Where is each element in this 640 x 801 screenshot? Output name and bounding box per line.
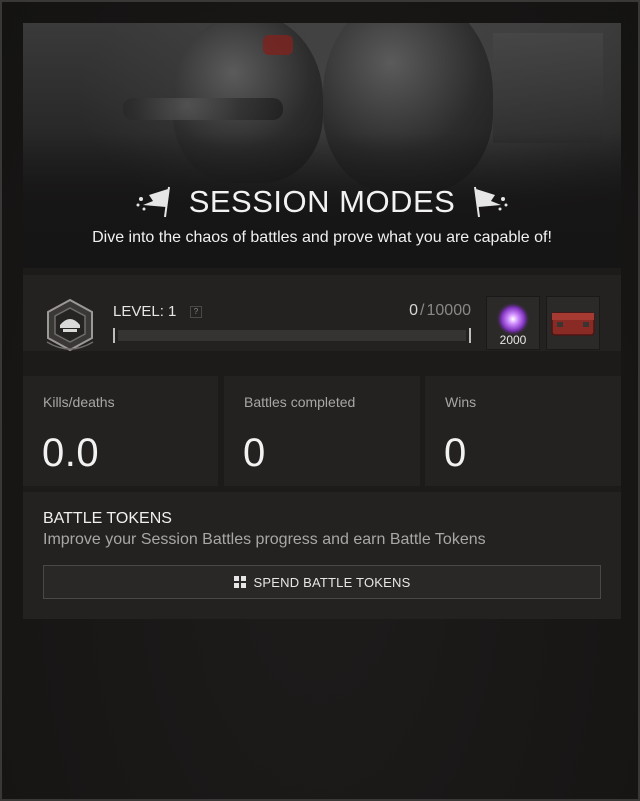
stat-card-wins: Wins 0 xyxy=(425,376,621,486)
hero-title-row: SESSION MODES xyxy=(23,180,621,224)
spend-battle-tokens-button[interactable]: SPEND BATTLE TOKENS xyxy=(43,565,601,599)
stat-value: 0 xyxy=(243,431,266,475)
session-modes-panel: SESSION MODES Dive into the chaos of bat… xyxy=(23,23,621,619)
level-label: LEVEL: 1 xyxy=(113,303,177,320)
reward-count: 2000 xyxy=(499,333,527,347)
grid-icon xyxy=(233,576,246,588)
xp-separator: / xyxy=(420,302,425,319)
flag-left-icon xyxy=(136,186,170,218)
stat-value: 0 xyxy=(444,431,467,475)
stat-value: 0.0 xyxy=(42,431,100,475)
page-title: SESSION MODES xyxy=(188,184,456,219)
level-badge-icon xyxy=(46,298,94,352)
xp-current: 0 xyxy=(409,302,419,319)
reward-slot-orb[interactable]: 2000 xyxy=(486,296,540,350)
flag-right-icon xyxy=(474,186,508,218)
red-crate-icon xyxy=(551,312,595,336)
hero-banner: SESSION MODES Dive into the chaos of bat… xyxy=(23,23,621,268)
level-progress-bar xyxy=(113,328,471,343)
stat-label: Battles completed xyxy=(244,394,356,410)
hero-art-building xyxy=(493,33,603,143)
progress-track xyxy=(118,330,466,341)
battle-tokens-description: Improve your Session Battles progress an… xyxy=(43,531,486,548)
battle-tokens-title: BATTLE TOKENS xyxy=(43,510,172,527)
purple-orb-icon xyxy=(496,302,530,336)
page-subtitle: Dive into the chaos of battles and prove… xyxy=(92,229,552,246)
reward-slot-crate[interactable] xyxy=(546,296,600,350)
session-modes-window: SESSION MODES Dive into the chaos of bat… xyxy=(0,0,640,801)
help-icon[interactable]: ? xyxy=(190,306,202,318)
xp-max: 10000 xyxy=(426,302,472,319)
stat-card-battles: Battles completed 0 xyxy=(224,376,420,486)
hero-art-accent xyxy=(263,35,293,55)
battle-tokens-card: BATTLE TOKENS Improve your Session Battl… xyxy=(23,492,621,619)
hero-art-rifle xyxy=(123,98,283,120)
stat-label: Wins xyxy=(445,394,477,410)
stat-card-kd: Kills/deaths 0.0 xyxy=(23,376,218,486)
spend-button-label: SPEND BATTLE TOKENS xyxy=(253,574,411,590)
xp-readout: 0/10000 xyxy=(409,302,471,320)
stat-label: Kills/deaths xyxy=(43,394,115,410)
